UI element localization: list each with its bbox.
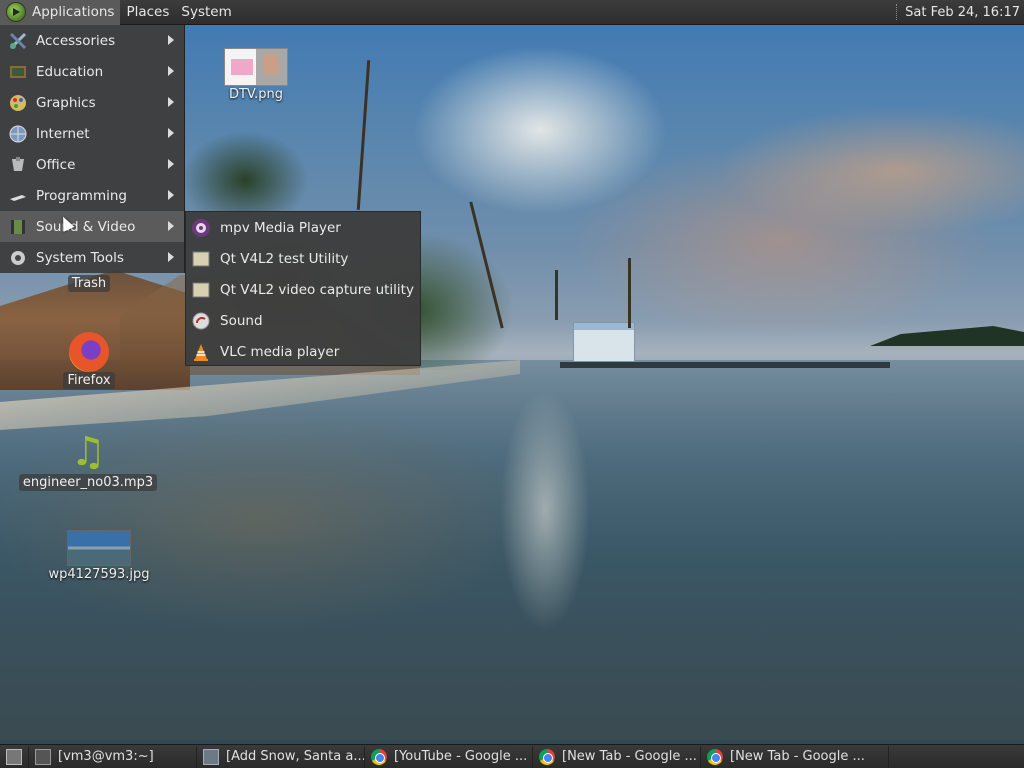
desktop-icon-dtv[interactable]: DTV.png [222, 48, 290, 103]
taskbar-item-chrome-newtab-2[interactable]: [New Tab - Google ... [701, 745, 889, 768]
show-desktop-icon [6, 748, 22, 765]
menu-item-sound-video[interactable]: Sound & Video [0, 211, 184, 242]
mpv-icon [190, 217, 212, 239]
submenu-arrow-icon [168, 159, 174, 169]
internet-icon [7, 123, 29, 145]
menu-item-label: Sound & Video [36, 218, 136, 235]
taskbar-item-label: [Add Snow, Santa a... [226, 749, 365, 764]
desktop-icon-firefox[interactable]: Firefox [58, 332, 120, 389]
places-menu-button[interactable]: Places [120, 0, 175, 25]
wallpaper-pier [560, 362, 890, 368]
submenu-arrow-icon [168, 190, 174, 200]
taskbar-item-terminal[interactable]: [vm3@vm3:~] [29, 745, 197, 768]
applications-label: Applications [32, 4, 115, 20]
submenu-arrow-icon [168, 35, 174, 45]
clock[interactable]: Sat Feb 24, 16:17 [905, 5, 1024, 20]
taskbar-item-label: [YouTube - Google ... [394, 749, 528, 764]
menu-item-accessories[interactable]: Accessories [0, 25, 184, 56]
graphics-icon [7, 92, 29, 114]
submenu-item-vlc[interactable]: VLC media player [186, 336, 420, 367]
desktop-icon-wallpaper-jpg[interactable]: wp4127593.jpg [48, 530, 150, 583]
submenu-item-label: VLC media player [220, 343, 340, 360]
applications-menu-button[interactable]: Applications [0, 0, 121, 25]
vlc-icon [190, 341, 212, 363]
bottom-panel: [vm3@vm3:~] [Add Snow, Santa a... [YouTu… [0, 744, 1024, 768]
image-thumbnail-icon [224, 48, 288, 86]
system-label: System [181, 4, 232, 20]
chrome-icon [539, 748, 555, 765]
menu-item-label: Programming [36, 187, 127, 204]
places-label: Places [126, 4, 170, 20]
sound-icon [190, 310, 212, 332]
music-note-icon: ♫ [70, 429, 106, 475]
menu-item-programming[interactable]: Programming [0, 180, 184, 211]
submenu-item-qvidcap[interactable]: Qt V4L2 video capture utility [186, 274, 420, 305]
menu-item-label: Accessories [36, 32, 116, 49]
gear-icon [7, 247, 29, 269]
taskbar-item-chrome-youtube[interactable]: [YouTube - Google ... [365, 745, 533, 768]
wallpaper-palm [555, 270, 558, 320]
wallpaper-palm [628, 258, 631, 328]
accessories-icon [7, 30, 29, 52]
wallpaper-bungalow [573, 322, 635, 362]
submenu-item-mpv[interactable]: mpv Media Player [186, 212, 420, 243]
menu-item-education[interactable]: Education [0, 56, 184, 87]
menu-item-label: Graphics [36, 94, 96, 111]
taskbar-item-label: [New Tab - Google ... [562, 749, 697, 764]
clock-area: Sat Feb 24, 16:17 [896, 0, 1024, 25]
chrome-icon [707, 748, 723, 765]
submenu-item-label: Qt V4L2 test Utility [220, 250, 349, 267]
desktop-icon-trash[interactable]: Trash [62, 275, 116, 292]
submenu-arrow-icon [168, 97, 174, 107]
sound-video-icon [7, 216, 29, 238]
image-thumbnail-icon [67, 530, 131, 566]
show-desktop-button[interactable] [0, 745, 29, 768]
submenu-item-sound[interactable]: Sound [186, 305, 420, 336]
taskbar-item-window[interactable]: [Add Snow, Santa a... [197, 745, 365, 768]
submenu-arrow-icon [168, 66, 174, 76]
distro-logo-icon [6, 2, 26, 22]
menu-item-label: System Tools [36, 249, 124, 266]
menu-item-office[interactable]: Office [0, 149, 184, 180]
menu-item-system-tools[interactable]: System Tools [0, 242, 184, 273]
office-icon [7, 154, 29, 176]
sound-video-submenu: mpv Media Player Qt V4L2 test Utility Qt… [185, 211, 421, 366]
menu-item-label: Office [36, 156, 76, 173]
taskbar-item-label: [vm3@vm3:~] [58, 749, 154, 764]
applications-menu: Accessories Education Graphics Internet … [0, 25, 185, 273]
submenu-arrow-icon [168, 128, 174, 138]
desktop-icon-label: Trash [67, 275, 111, 292]
qvidcap-icon [190, 279, 212, 301]
programming-icon [7, 185, 29, 207]
menu-item-label: Education [36, 63, 104, 80]
menu-item-label: Internet [36, 125, 90, 142]
window-icon [203, 748, 219, 765]
submenu-item-qv4l2[interactable]: Qt V4L2 test Utility [186, 243, 420, 274]
submenu-arrow-icon [168, 252, 174, 262]
top-panel: Applications Places System Sat Feb 24, 1… [0, 0, 1024, 25]
submenu-arrow-icon [168, 221, 174, 231]
submenu-item-label: mpv Media Player [220, 219, 341, 236]
submenu-item-label: Qt V4L2 video capture utility [220, 281, 414, 298]
menu-item-graphics[interactable]: Graphics [0, 87, 184, 118]
education-icon [7, 61, 29, 83]
taskbar-item-chrome-newtab[interactable]: [New Tab - Google ... [533, 745, 701, 768]
terminal-icon [35, 748, 51, 765]
desktop-icon-label: Firefox [63, 372, 115, 389]
panel-separator [896, 4, 899, 20]
firefox-icon [69, 332, 109, 372]
menu-item-internet[interactable]: Internet [0, 118, 184, 149]
taskbar-item-label: [New Tab - Google ... [730, 749, 865, 764]
system-menu-button[interactable]: System [175, 0, 237, 25]
desktop-icon-label: wp4127593.jpg [48, 567, 150, 582]
chrome-icon [371, 748, 387, 765]
submenu-item-label: Sound [220, 312, 263, 329]
qv4l2-icon [190, 248, 212, 270]
desktop-icon-label: engineer_no03.mp3 [18, 474, 158, 491]
desktop-icon-label: DTV.png [228, 87, 284, 102]
desktop-icon-mp3[interactable]: ♫ engineer_no03.mp3 [18, 429, 158, 491]
